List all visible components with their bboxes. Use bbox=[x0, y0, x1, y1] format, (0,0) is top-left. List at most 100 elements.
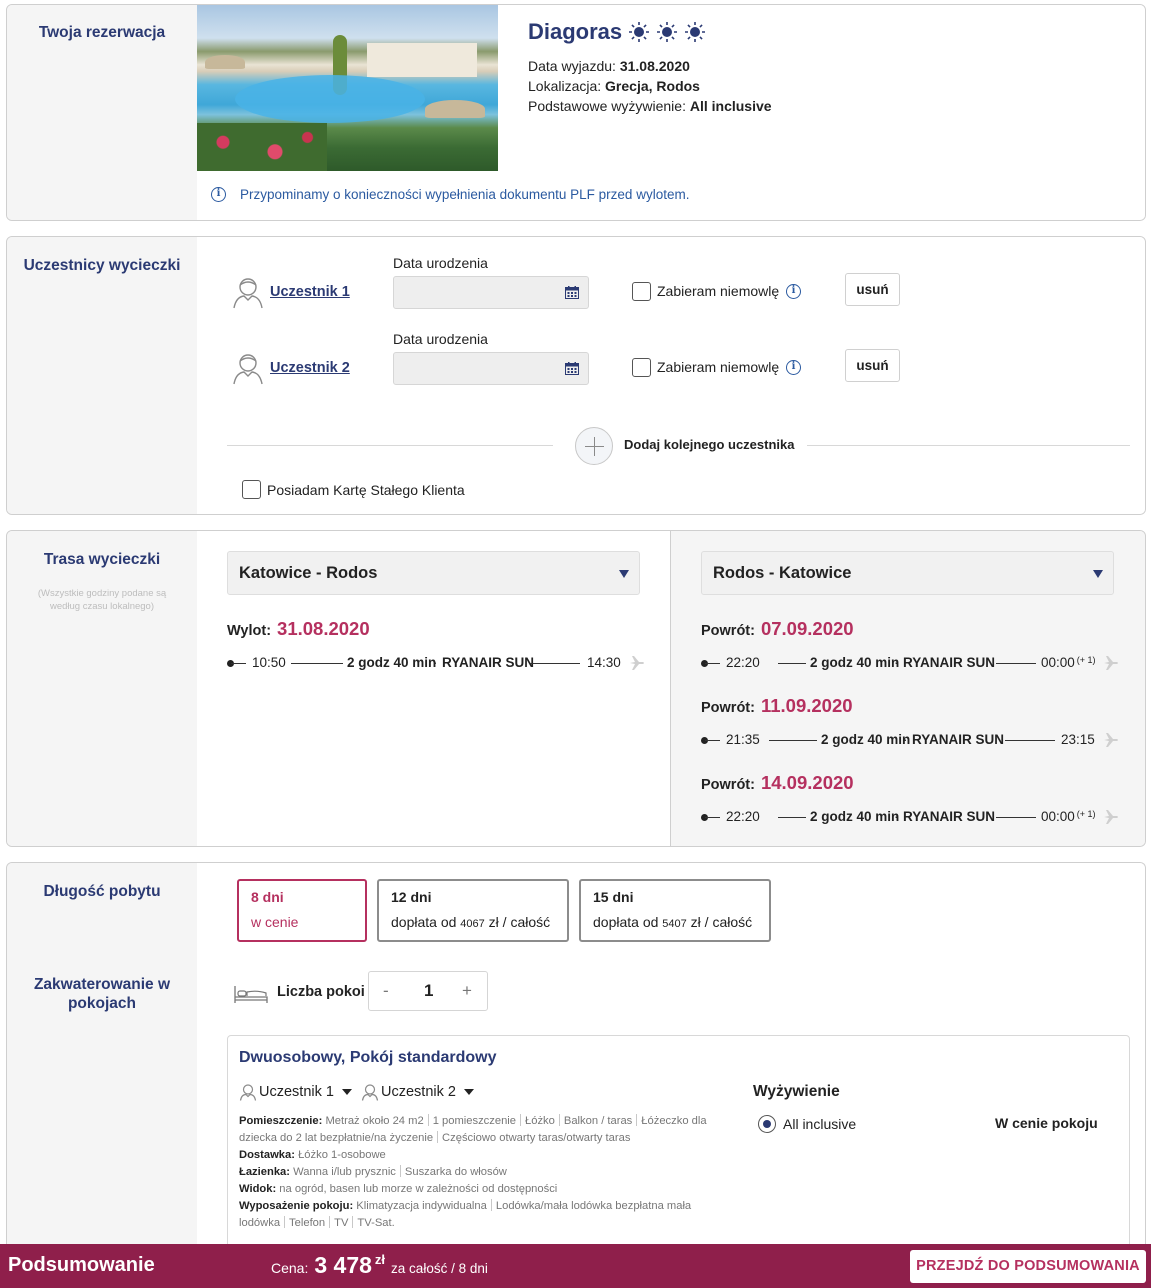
meal-line: Podstawowe wyżywienie: All inclusive bbox=[528, 98, 772, 114]
room-occupant-1-select[interactable]: Uczestnik 1 bbox=[239, 1083, 352, 1101]
stay-option-12[interactable]: 12 dni dopłata od 4067 zł / całość bbox=[377, 879, 569, 942]
plf-notice: i Przypominamy o konieczności wypełnieni… bbox=[211, 187, 689, 202]
room-details: Pomieszczenie: Metraż około 24 m2 1 pomie… bbox=[239, 1113, 729, 1232]
participants-section: Uczestnicy wycieczki Uczestnik 1 Data ur… bbox=[6, 236, 1146, 515]
summary-price: Cena: 3 478 zł za całość / 8 dni bbox=[271, 1252, 488, 1279]
route-section: Trasa wycieczki (Wszystkie godziny podan… bbox=[6, 530, 1146, 847]
timezone-note: (Wszystkie godziny podane są według czas… bbox=[37, 588, 167, 612]
infant-checkbox-2[interactable] bbox=[632, 358, 651, 377]
sun-icon bbox=[657, 22, 678, 42]
return-panel: Rodos - Katowice Powrót: 07.09.2020 22:20 2… bbox=[670, 531, 1145, 846]
calendar-icon[interactable] bbox=[565, 286, 579, 299]
stay-option-days: 12 dni bbox=[391, 889, 432, 905]
stay-title: Długość pobytu bbox=[43, 883, 161, 900]
rooms-label: Liczba pokoi bbox=[277, 984, 365, 1000]
dropdown-arrow-icon bbox=[619, 570, 629, 578]
rooms-decrement-button[interactable]: - bbox=[383, 981, 389, 1001]
stay-option-8[interactable]: 8 dni w cenie bbox=[237, 879, 367, 942]
dob-label-2: Data urodzenia bbox=[393, 331, 488, 347]
loyalty-card-checkbox[interactable] bbox=[242, 480, 261, 499]
return-flight-line-1[interactable]: 22:20 2 godz 40 min · RYANAIR SUN 00:00 (+ 1) bbox=[701, 654, 1121, 672]
outbound-route-select[interactable]: Katowice - Rodos bbox=[227, 551, 640, 595]
outbound-duration: 2 godz 40 min bbox=[347, 655, 437, 670]
person-icon bbox=[233, 278, 263, 309]
plane-icon bbox=[1104, 733, 1118, 747]
outbound-carrier: RYANAIR SUN bbox=[442, 655, 535, 670]
person-icon bbox=[233, 354, 263, 385]
loyalty-card-label: Posiadam Kartę Stałego Klienta bbox=[267, 482, 465, 498]
location-value: Grecja, Rodos bbox=[605, 78, 700, 94]
divider bbox=[807, 445, 1130, 446]
go-to-summary-button[interactable]: PRZEJDŹ DO PODSUMOWANIA bbox=[910, 1250, 1146, 1283]
price-currency: zł bbox=[374, 1252, 386, 1267]
meal-radio-all-inclusive[interactable] bbox=[758, 1115, 776, 1133]
add-participant-label[interactable]: Dodaj kolejnego uczestnika bbox=[624, 437, 795, 452]
participants-main: Uczestnik 1 Data urodzenia Zabieram niem… bbox=[197, 237, 1145, 514]
outbound-date: Wylot: 31.08.2020 bbox=[227, 618, 370, 640]
info-icon: i bbox=[211, 187, 226, 202]
return-flight-line-2[interactable]: 21:35 2 godz 40 min · RYANAIR SUN 23:15 bbox=[701, 731, 1121, 749]
stay-option-price: dopłata od 4067 zł / całość bbox=[391, 914, 551, 930]
chevron-down-icon bbox=[341, 1089, 352, 1095]
room-detail-row: Dostawka: Łóżko 1-osobowe bbox=[239, 1149, 386, 1161]
dob-input-1[interactable] bbox=[393, 276, 589, 309]
price-value: 3 478 bbox=[314, 1252, 372, 1278]
rooms-value[interactable]: 1 bbox=[424, 981, 433, 1001]
hotel-name[interactable]: Diagoras bbox=[528, 19, 706, 45]
stay-option-price: dopłata od 5407 zł / całość bbox=[593, 914, 753, 930]
stay-option-15[interactable]: 15 dni dopłata od 5407 zł / całość bbox=[579, 879, 771, 942]
meal-option-label: All inclusive bbox=[783, 1116, 857, 1132]
rooms-stepper: - 1 + bbox=[368, 971, 488, 1011]
price-label: Cena: bbox=[271, 1260, 309, 1276]
remove-participant-1-button[interactable]: usuń bbox=[845, 273, 900, 306]
hotel-name-text: Diagoras bbox=[528, 19, 623, 44]
hotel-photo[interactable] bbox=[197, 5, 498, 171]
plf-notice-text: Przypominamy o konieczności wypełnienia … bbox=[240, 187, 690, 202]
location-label: Lokalizacja: bbox=[528, 78, 602, 94]
meal-value: All inclusive bbox=[689, 98, 772, 114]
return-date-1: Powrót: 07.09.2020 bbox=[701, 618, 854, 639]
return-flight-line-3[interactable]: 22:20 2 godz 40 min · RYANAIR SUN 00:00 (+ 1) bbox=[701, 808, 1121, 826]
room-title: Dwuosobowy, Pokój standardowy bbox=[239, 1049, 497, 1066]
summary-title: Podsumowanie bbox=[8, 1254, 155, 1276]
participant-name-1[interactable]: Uczestnik 1 bbox=[270, 284, 350, 300]
outbound-arr: 14:30 bbox=[587, 655, 621, 670]
remove-participant-2-button[interactable]: usuń bbox=[845, 349, 900, 382]
outbound-dep: 10:50 bbox=[252, 655, 286, 670]
room-occupant-2-select[interactable]: Uczestnik 2 bbox=[361, 1083, 474, 1101]
stay-main: 8 dni w cenie 12 dni dopłata od 4067 zł … bbox=[197, 863, 1145, 1262]
divider bbox=[227, 445, 553, 446]
participant-name-2[interactable]: Uczestnik 2 bbox=[270, 360, 350, 376]
add-participant-button[interactable] bbox=[575, 427, 613, 465]
reservation-side: Twoja rezerwacja bbox=[7, 5, 197, 220]
sun-icon bbox=[685, 22, 706, 42]
departure-label: Data wyjazdu: bbox=[528, 58, 616, 74]
room-card: Dwuosobowy, Pokój standardowy Uczestnik … bbox=[227, 1035, 1130, 1262]
outbound-date-value: 31.08.2020 bbox=[277, 618, 370, 639]
outbound-date-label: Wylot: bbox=[227, 623, 272, 639]
meal-label: Podstawowe wyżywienie: bbox=[528, 98, 686, 114]
room-detail-row: Wyposażenie pokoju: Klimatyzacja indywid… bbox=[239, 1199, 692, 1229]
rating-suns bbox=[622, 21, 706, 43]
outbound-flight-line: 10:50 2 godz 40 min · RYANAIR SUN 14:30 bbox=[227, 654, 647, 672]
room-detail-row: Łazienka: Wanna i/lub prysznic Suszarka d… bbox=[239, 1165, 507, 1178]
calendar-icon[interactable] bbox=[565, 362, 579, 375]
rooms-increment-button[interactable]: + bbox=[462, 981, 472, 1001]
info-icon[interactable]: i bbox=[786, 360, 801, 375]
accommodation-title: Zakwaterowanie w pokojach bbox=[33, 976, 171, 1012]
plane-icon bbox=[1104, 656, 1118, 670]
stay-section: Długość pobytu Zakwaterowanie w pokojach… bbox=[6, 862, 1146, 1262]
dob-input-2[interactable] bbox=[393, 352, 589, 385]
stay-option-price: w cenie bbox=[251, 914, 299, 930]
info-icon[interactable]: i bbox=[786, 284, 801, 299]
return-route-select[interactable]: Rodos - Katowice bbox=[701, 551, 1114, 595]
route-side: Trasa wycieczki (Wszystkie godziny podan… bbox=[7, 531, 197, 846]
departure-value: 31.08.2020 bbox=[619, 58, 690, 74]
departure-line: Data wyjazdu: 31.08.2020 bbox=[528, 58, 690, 74]
infant-label-1: Zabieram niemowlę bbox=[657, 283, 780, 299]
plane-icon bbox=[630, 656, 644, 670]
infant-checkbox-1[interactable] bbox=[632, 282, 651, 301]
meal-title: Wyżywienie bbox=[753, 1083, 840, 1100]
stay-option-days: 15 dni bbox=[593, 889, 634, 905]
room-detail-row: Widok: na ogród, basen lub morze w zależ… bbox=[239, 1183, 558, 1195]
